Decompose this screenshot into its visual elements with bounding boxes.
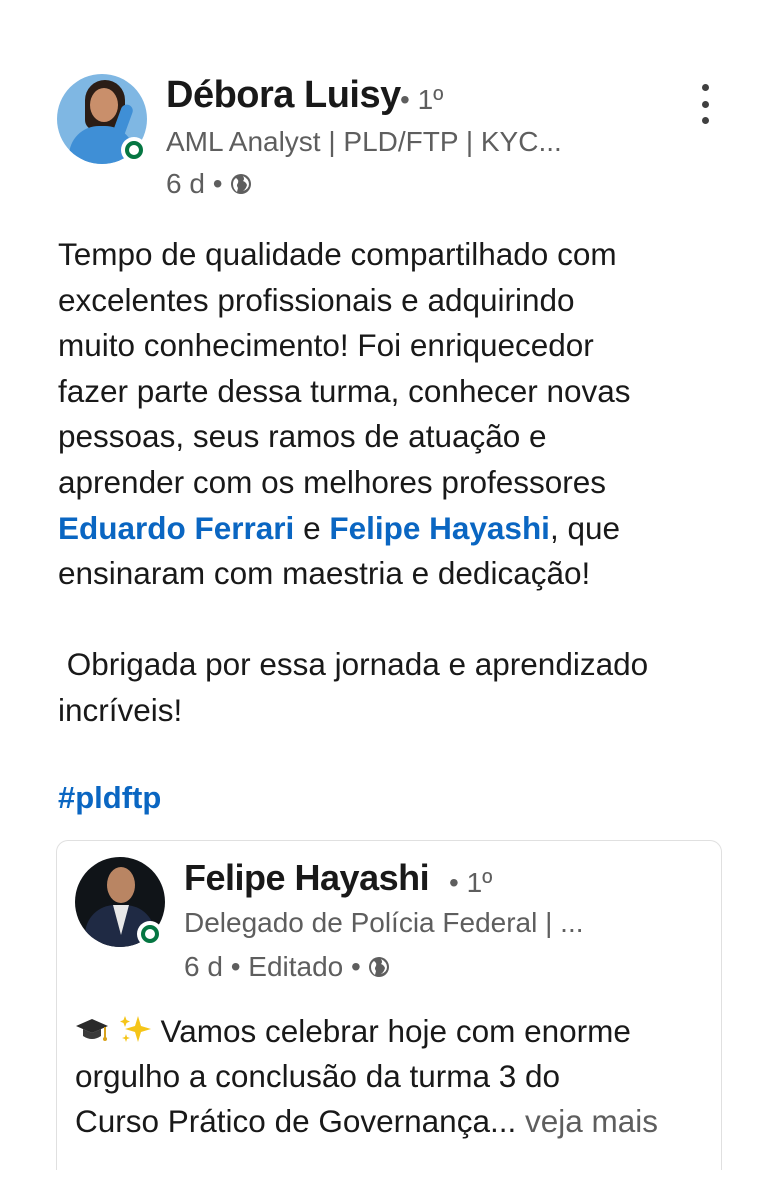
post-body-line: incríveis! — [58, 691, 183, 728]
mention-eduardo-ferrari[interactable]: Eduardo Ferrari — [58, 510, 294, 546]
hashtag-link[interactable]: #pldftp — [58, 780, 161, 816]
post-body-line: ensinaram com maestria e dedicação! — [58, 555, 591, 592]
shared-post-card[interactable]: Felipe Hayashi • 1º Delegado de Polícia … — [56, 840, 722, 1170]
post-body: Tempo de qualidade compartilhado com exc… — [58, 232, 748, 734]
post-body-line: fazer parte dessa turma, conhecer novas — [58, 372, 631, 409]
graduation-cap-icon — [76, 1019, 108, 1041]
shared-author-name[interactable]: Felipe Hayashi — [184, 857, 430, 899]
see-more-link[interactable]: veja mais — [516, 1103, 658, 1139]
globe-icon — [368, 957, 389, 977]
connection-degree: • 1º — [400, 84, 444, 115]
post-body-line: Obrigada por essa jornada e aprendizado — [58, 646, 649, 683]
author-name[interactable]: Débora Luisy — [166, 74, 401, 117]
sparkles-icon — [119, 1016, 151, 1042]
shared-post-text: Vamos celebrar hoje com enorme orgulho a… — [75, 1009, 715, 1144]
shared-post-line: Curso Prático de Governança... veja mais — [75, 1099, 715, 1144]
post-body-line: muito conhecimento! Foi enriquecedor — [58, 327, 594, 364]
post-body-line: pessoas, seus ramos de atuação e — [58, 418, 547, 455]
globe-icon — [230, 174, 251, 194]
feed-post: Débora Luisy • 1º AML Analyst | PLD/FTP … — [0, 0, 780, 1200]
online-status-icon — [121, 137, 147, 163]
shared-post-time: 6 d • Editado • — [184, 951, 361, 982]
connection-degree: • 1º — [449, 867, 493, 898]
author-headline: AML Analyst | PLD/FTP | KYC... — [166, 126, 562, 157]
post-body-line: aprender com os melhores professores — [58, 463, 607, 500]
shared-post-line: Vamos celebrar hoje com enorme — [75, 1009, 715, 1054]
shared-post-meta: 6 d • Editado • — [184, 951, 391, 983]
more-vertical-icon[interactable] — [694, 84, 716, 124]
post-body-line: Eduardo Ferrari e Felipe Hayashi, que — [58, 506, 748, 552]
post-body-line: Tempo de qualidade compartilhado com — [58, 236, 617, 272]
truncation-ellipsis: ... — [489, 1103, 517, 1139]
shared-post-line: orgulho a conclusão da turma 3 do — [75, 1058, 561, 1094]
shared-post-text-line: Curso Prático de Governança — [75, 1103, 490, 1139]
shared-author-headline: Delegado de Polícia Federal | ... — [184, 907, 584, 938]
online-status-icon — [137, 921, 163, 947]
post-time: 6 d • — [166, 168, 223, 199]
post-meta: 6 d • — [166, 168, 253, 200]
post-body-text: , que — [549, 509, 620, 546]
mention-felipe-hayashi[interactable]: Felipe Hayashi — [329, 510, 550, 546]
post-body-text: e — [294, 509, 330, 546]
post-body-line: excelentes profissionais e adquirindo — [58, 281, 575, 318]
shared-post-text-line: Vamos celebrar hoje com enorme — [151, 1013, 631, 1049]
